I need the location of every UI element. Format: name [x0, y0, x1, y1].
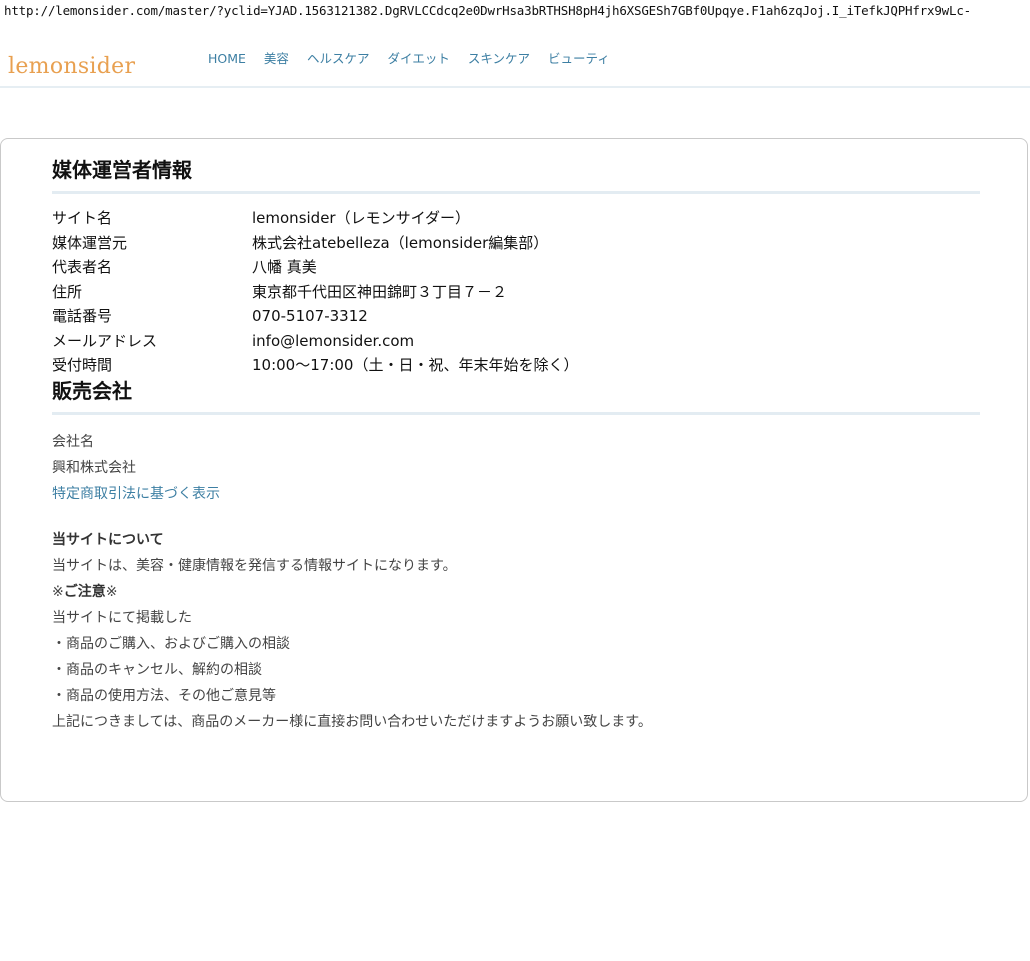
- address-url: http://lemonsider.com/master/?yclid=YJAD…: [4, 3, 971, 18]
- about-heading: 当サイトについて: [52, 531, 164, 548]
- info-value: info@lemonsider.com: [252, 331, 415, 350]
- info-row: 電話番号 070-5107-3312: [52, 304, 980, 329]
- about-line: ・商品のキャンセル、解約の相談: [52, 661, 262, 678]
- nav-beauty-2[interactable]: ビューティ: [548, 50, 610, 68]
- info-value: 070-5107-3312: [252, 307, 368, 325]
- about-line: 上記につきましては、商品のメーカー様に直接お問い合わせいただけますようお願い致し…: [52, 713, 652, 730]
- info-label: 電話番号: [52, 307, 113, 325]
- about-line: ・商品の使用方法、その他ご意見等: [52, 687, 276, 704]
- info-value: lemonsider（レモンサイダー）: [252, 209, 470, 227]
- nav-home[interactable]: HOME: [208, 50, 246, 68]
- info-row: 住所 東京都千代田区神田錦町３丁目７－２: [52, 280, 980, 305]
- nav-healthcare[interactable]: ヘルスケア: [307, 50, 370, 68]
- nav-beauty[interactable]: 美容: [264, 50, 289, 68]
- seller-block: 会社名 興和株式会社 特定商取引法に基づく表示: [52, 429, 980, 507]
- info-value: 10:00～17:00（土・日・祝、年末年始を除く）: [252, 356, 579, 374]
- info-row: 受付時間 10:00～17:00（土・日・祝、年末年始を除く）: [52, 353, 980, 378]
- main-nav: HOME 美容 ヘルスケア ダイエット スキンケア ビューティ: [208, 50, 610, 68]
- notice-bold: ご注意: [63, 583, 106, 600]
- company-name: 興和株式会社: [52, 459, 136, 476]
- operator-info-table: サイト名 lemonsider（レモンサイダー） 媒体運営元 株式会社atebe…: [52, 206, 980, 378]
- info-label: 受付時間: [52, 356, 113, 374]
- info-label: 媒体運営元: [52, 233, 128, 252]
- info-row: 媒体運営元 株式会社atebelleza（lemonsider編集部）: [52, 231, 980, 256]
- info-row: 代表者名 八幡 真美: [52, 255, 980, 280]
- notice-suffix: ※: [105, 583, 118, 600]
- about-line: ・商品のご購入、およびご購入の相談: [52, 635, 290, 652]
- site-header: lemonsider HOME 美容 ヘルスケア ダイエット スキンケア ビュー…: [0, 42, 1030, 88]
- info-value: 株式会社atebelleza（lemonsider編集部）: [252, 233, 549, 252]
- info-row: サイト名 lemonsider（レモンサイダー）: [52, 206, 980, 231]
- info-label: 住所: [52, 282, 83, 301]
- notice-line: ※ご注意※: [52, 579, 980, 605]
- nav-diet[interactable]: ダイエット: [387, 50, 449, 68]
- nav-skincare[interactable]: スキンケア: [468, 50, 530, 68]
- about-line: 当サイトにて掲載した: [52, 609, 192, 626]
- about-block: 当サイトについて 当サイトは、美容・健康情報を発信する情報サイトになります。 ※…: [52, 527, 980, 735]
- seller-title: 販売会社: [52, 376, 980, 415]
- company-label: 会社名: [52, 433, 94, 450]
- info-value: 東京都千代田区神田錦町３丁目７－２: [252, 282, 508, 301]
- operator-title: 媒体運営者情報: [52, 155, 980, 194]
- notice-prefix: ※: [52, 583, 64, 600]
- info-label: メールアドレス: [52, 331, 158, 350]
- info-card: 媒体運営者情報 サイト名 lemonsider（レモンサイダー） 媒体運営元 株…: [0, 138, 1028, 802]
- site-logo[interactable]: lemonsider: [8, 52, 135, 82]
- info-row: メールアドレス info@lemonsider.com: [52, 329, 980, 354]
- info-value: 八幡 真美: [252, 258, 317, 276]
- info-label: サイト名: [52, 209, 113, 227]
- commerce-law-link[interactable]: 特定商取引法に基づく表示: [52, 481, 980, 507]
- info-label: 代表者名: [52, 258, 113, 276]
- about-description: 当サイトは、美容・健康情報を発信する情報サイトになります。: [52, 557, 457, 574]
